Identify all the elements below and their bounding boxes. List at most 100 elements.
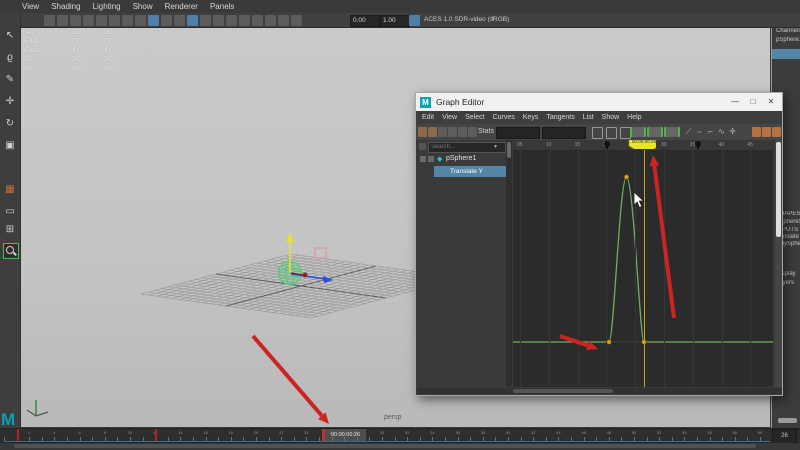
mini-scrollbar[interactable] bbox=[778, 418, 797, 423]
render-current-frame-icon[interactable] bbox=[187, 15, 198, 26]
move-tool-icon[interactable]: ✛ bbox=[3, 95, 17, 109]
outliner-object-row[interactable]: pSphere1 bbox=[446, 155, 476, 162]
region-select-icon[interactable] bbox=[448, 127, 457, 137]
layout-four-pane-icon[interactable]: ⊞ bbox=[3, 223, 17, 237]
step-tangent-icon[interactable]: ⌐ bbox=[706, 127, 715, 137]
current-frame-field[interactable]: 26 bbox=[772, 429, 797, 443]
retime-tool-icon[interactable] bbox=[458, 127, 467, 137]
construction-history-icon[interactable] bbox=[161, 15, 172, 26]
frame-playback-range-icon[interactable] bbox=[606, 127, 617, 139]
break-tangents-icon[interactable]: ✛ bbox=[728, 127, 737, 137]
curve-graph-area[interactable]: 051015202530354045 00:00:00:26 bbox=[513, 140, 773, 387]
colorspace-dropdown-arrow-icon[interactable]: ▼ bbox=[490, 16, 496, 22]
selection-mask-hierarchy-icon[interactable] bbox=[44, 15, 55, 26]
search-dropdown-arrow-icon[interactable]: ▼ bbox=[493, 144, 498, 150]
menu-shading[interactable]: Shading bbox=[51, 2, 80, 11]
plateau-tangent-icon[interactable]: ∿ bbox=[717, 127, 726, 137]
ge-menu-show[interactable]: Show bbox=[602, 114, 620, 121]
menu-show[interactable]: Show bbox=[133, 2, 153, 11]
ge-menu-view[interactable]: View bbox=[442, 114, 457, 121]
pre-infinity-cycle-icon[interactable] bbox=[772, 127, 781, 137]
snap-grid-icon[interactable] bbox=[83, 15, 94, 26]
lattice-deform-keys-icon[interactable] bbox=[438, 127, 447, 137]
filter-icon[interactable] bbox=[419, 143, 426, 150]
bookmark-pin-icon[interactable] bbox=[604, 141, 610, 149]
display-toggle-icon[interactable] bbox=[420, 156, 426, 162]
graph-editor-window[interactable]: M Graph Editor — □ ✕ Edit View Select Curves K… bbox=[415, 92, 783, 396]
ge-menu-tangents[interactable]: Tangents bbox=[546, 114, 574, 121]
open-render-view-icon[interactable] bbox=[174, 15, 185, 26]
snap-point-icon[interactable] bbox=[109, 15, 120, 26]
time-slider[interactable]: 00:00:00:26 2468101214161820222426283032… bbox=[0, 428, 800, 443]
ge-menu-select[interactable]: Select bbox=[465, 114, 484, 121]
linear-tangent-icon[interactable]: ⟋ bbox=[684, 127, 693, 137]
select-tool-icon[interactable]: ↖ bbox=[3, 29, 17, 43]
rotate-tool-icon[interactable]: ↻ bbox=[3, 117, 17, 131]
frame-number: 32 bbox=[404, 430, 410, 435]
current-time-flag[interactable]: 00:00:00:26 bbox=[626, 140, 656, 149]
render-settings-icon[interactable] bbox=[213, 15, 224, 26]
paint-select-tool-icon[interactable]: ✎ bbox=[3, 73, 17, 87]
minimize-button[interactable]: — bbox=[727, 95, 743, 109]
stats-value-field[interactable] bbox=[542, 127, 586, 139]
insert-keys-icon[interactable] bbox=[428, 127, 437, 137]
colorspace-dropdown[interactable]: ACES 1.0 SDR-video (sRGB) bbox=[424, 16, 509, 23]
bookmark-pin-icon[interactable] bbox=[695, 141, 701, 149]
buffer-curve-snapshot-icon[interactable] bbox=[752, 127, 761, 137]
maximize-button[interactable]: □ bbox=[745, 95, 761, 109]
close-button[interactable]: ✕ bbox=[763, 95, 779, 109]
layout-single-pane-icon[interactable]: ▭ bbox=[3, 205, 17, 219]
frame-tick bbox=[608, 437, 610, 441]
selection-mask-component-icon[interactable] bbox=[70, 15, 81, 26]
menu-view[interactable]: View bbox=[22, 2, 39, 11]
scale-tool-icon[interactable]: ▣ bbox=[3, 139, 17, 153]
exposure-field[interactable]: 0.00 bbox=[350, 15, 380, 27]
graph-vertical-scrollbar[interactable] bbox=[775, 140, 782, 387]
graph-horizontal-scrollbar[interactable] bbox=[417, 388, 781, 394]
toggle-texture-icon[interactable] bbox=[239, 15, 250, 26]
lasso-select-tool-icon[interactable]: ϱ bbox=[3, 51, 17, 65]
current-time-line[interactable] bbox=[644, 150, 645, 387]
last-used-tool-icon[interactable]: ▦ bbox=[3, 183, 17, 197]
move-nearest-picked-key-icon[interactable] bbox=[418, 127, 427, 137]
gamma-field[interactable]: 1.00 bbox=[380, 15, 410, 27]
make-live-icon[interactable] bbox=[148, 15, 159, 26]
snap-time-icon[interactable] bbox=[468, 127, 477, 137]
ge-menu-help[interactable]: Help bbox=[627, 114, 641, 121]
graph-editor-titlebar[interactable]: M Graph Editor — □ ✕ bbox=[416, 93, 782, 111]
outliner-scrollbar[interactable] bbox=[506, 140, 512, 387]
auto-tangent-icon[interactable] bbox=[630, 127, 646, 137]
swap-buffer-curve-icon[interactable] bbox=[762, 127, 771, 137]
menu-lighting[interactable]: Lighting bbox=[93, 2, 121, 11]
ipr-render-icon[interactable] bbox=[200, 15, 211, 26]
ge-menu-edit[interactable]: Edit bbox=[422, 114, 434, 121]
zoom-tool-icon[interactable] bbox=[3, 243, 19, 259]
pause-viewport-icon[interactable] bbox=[226, 15, 237, 26]
ge-menu-curves[interactable]: Curves bbox=[493, 114, 515, 121]
selection-mask-object-icon[interactable] bbox=[57, 15, 68, 26]
color-management-toggle-icon[interactable] bbox=[409, 15, 420, 26]
arnold-icon[interactable] bbox=[291, 15, 302, 26]
snap-projected-center-icon[interactable] bbox=[122, 15, 133, 26]
channel-box-selected-row[interactable] bbox=[772, 49, 800, 59]
menu-panels[interactable]: Panels bbox=[210, 2, 234, 11]
menu-renderer[interactable]: Renderer bbox=[165, 2, 198, 11]
frame-number: 26 bbox=[329, 430, 334, 435]
toggle-lights-icon[interactable] bbox=[252, 15, 263, 26]
bifrost-icon[interactable] bbox=[278, 15, 289, 26]
frame-all-icon[interactable] bbox=[592, 127, 603, 139]
mute-toggle-icon[interactable] bbox=[428, 156, 434, 162]
ge-menu-list[interactable]: List bbox=[583, 114, 594, 121]
spline-tangent-icon[interactable] bbox=[647, 127, 663, 137]
animation-curve[interactable] bbox=[513, 148, 773, 387]
clamped-tangent-icon[interactable] bbox=[664, 127, 680, 137]
xgen-icon[interactable] bbox=[265, 15, 276, 26]
snap-view-plane-icon[interactable] bbox=[135, 15, 146, 26]
flat-tangent-icon[interactable]: ⌣ bbox=[695, 127, 704, 137]
ge-menu-keys[interactable]: Keys bbox=[523, 114, 539, 121]
outliner-channel-row-selected[interactable]: Translate Y bbox=[434, 166, 507, 177]
snap-curve-icon[interactable] bbox=[96, 15, 107, 26]
range-slider[interactable] bbox=[0, 442, 800, 450]
range-slider-handle[interactable] bbox=[14, 444, 756, 448]
stats-time-field[interactable] bbox=[496, 127, 540, 139]
